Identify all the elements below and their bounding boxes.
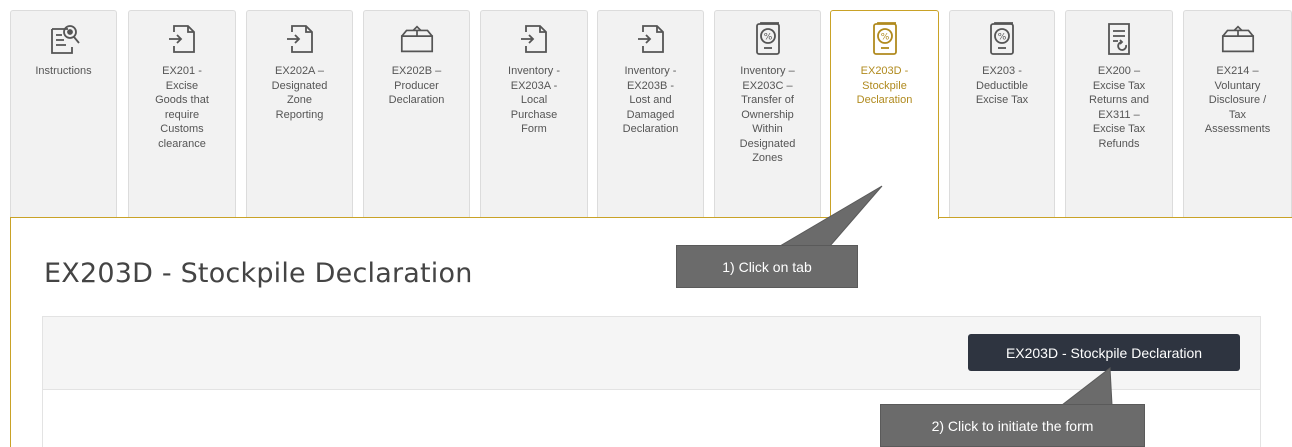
tab-ex203a[interactable]: Inventory - EX203A - Local Purchase Form [480, 10, 588, 218]
content-border [10, 217, 11, 447]
tab-ex214[interactable]: EX214 – Voluntary Disclosure / Tax Asses… [1183, 10, 1292, 218]
tab-label: Inventory – EX203C – Transfer of Ownersh… [739, 65, 796, 164]
tab-label: Instructions [35, 65, 92, 77]
tab-ex203b[interactable]: Inventory - EX203B - Lost and Damaged De… [597, 10, 704, 218]
tab-label: EX201 - Excise Goods that require Custom… [155, 65, 209, 150]
form-entry-icon [163, 20, 201, 58]
refund-document-icon [1100, 20, 1138, 58]
percent-document-icon: % [866, 20, 904, 58]
tab-strip: Instructions EX201 - Excise Goods that r… [0, 0, 1292, 219]
tab-label: EX200 – Excise Tax Returns and EX311 – E… [1089, 65, 1149, 150]
callout-step1: 1) Click on tab [676, 245, 858, 288]
svg-text:%: % [880, 33, 889, 43]
tab-label: EX203 - Deductible Excise Tax [975, 65, 1029, 106]
svg-text:%: % [998, 33, 1007, 43]
stockpile-declaration-button[interactable]: EX203D - Stockpile Declaration [968, 334, 1240, 371]
panel-header: EX203D - Stockpile Declaration [43, 317, 1260, 390]
tab-ex203c[interactable]: % Inventory – EX203C – Transfer of Owner… [714, 10, 821, 218]
form-entry-icon [281, 20, 319, 58]
open-box-icon [398, 20, 436, 58]
tab-ex200[interactable]: EX200 – Excise Tax Returns and EX311 – E… [1065, 10, 1173, 218]
tab-ex202a[interactable]: EX202A – Designated Zone Reporting [246, 10, 353, 218]
tab-label: EX202A – Designated Zone Reporting [271, 65, 328, 121]
open-box-icon [1219, 20, 1257, 58]
form-entry-icon [632, 20, 670, 58]
tab-ex203[interactable]: % EX203 - Deductible Excise Tax [949, 10, 1055, 218]
percent-document-icon: % [983, 20, 1021, 58]
tab-underline [10, 217, 830, 218]
tab-label: EX214 – Voluntary Disclosure / Tax Asses… [1204, 65, 1271, 135]
page-title: EX203D - Stockpile Declaration [44, 258, 473, 289]
document-search-icon [45, 20, 83, 58]
tab-underline [938, 217, 1292, 218]
svg-text:%: % [763, 33, 772, 43]
tab-ex201[interactable]: EX201 - Excise Goods that require Custom… [128, 10, 236, 218]
tab-label: EX203D - Stockpile Declaration [856, 65, 913, 106]
percent-document-icon: % [749, 20, 787, 58]
callout-step2: 2) Click to initiate the form [880, 404, 1145, 447]
tab-label: EX202B – Producer Declaration [388, 65, 445, 106]
tab-label: Inventory - EX203B - Lost and Damaged De… [622, 65, 679, 135]
tab-ex203d[interactable]: % EX203D - Stockpile Declaration [830, 10, 939, 219]
tab-instructions[interactable]: Instructions [10, 10, 117, 218]
form-entry-icon [515, 20, 553, 58]
tab-ex202b[interactable]: EX202B – Producer Declaration [363, 10, 470, 218]
tab-label: Inventory - EX203A - Local Purchase Form [508, 65, 560, 135]
